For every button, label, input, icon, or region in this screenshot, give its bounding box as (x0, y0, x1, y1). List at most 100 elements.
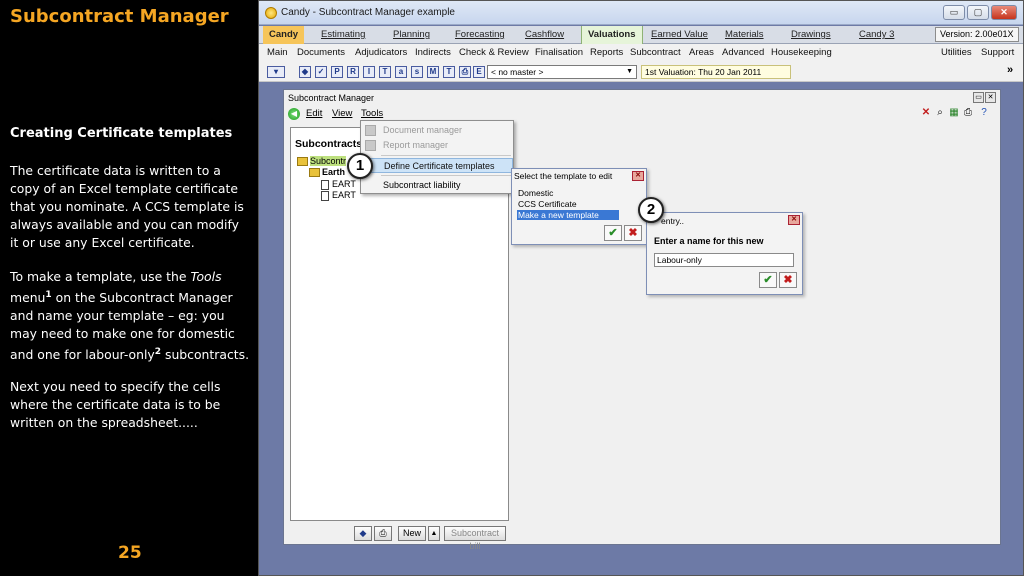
name-prompt-label: Enter a name for this new (654, 236, 764, 246)
diamond-icon[interactable]: ◆ (299, 66, 311, 78)
document-manager-label: Document manager (383, 125, 463, 135)
diamond-button-icon[interactable]: ◆ (354, 526, 372, 541)
submenu-finalisation[interactable]: Finalisation (535, 44, 583, 62)
tab-cashflow[interactable]: Cashflow (519, 26, 570, 44)
subcontract-icon[interactable]: s (411, 66, 423, 78)
new-button[interactable]: New (398, 526, 426, 541)
calendar-icon[interactable]: M (427, 66, 439, 78)
minimize-button[interactable]: ▭ (943, 5, 965, 20)
name-ok-button[interactable]: ✔ (759, 272, 777, 288)
menu-tools[interactable]: Tools (361, 108, 383, 119)
sm-close-icon[interactable]: ✕ (985, 92, 996, 103)
tab-forecasting[interactable]: Forecasting (449, 26, 511, 44)
title-bar[interactable]: Candy - Subcontract Manager example ▭ ▢ … (259, 1, 1023, 25)
submenu-check-review[interactable]: Check & Review (459, 44, 529, 62)
candy-app-icon (265, 7, 277, 19)
tab-candy[interactable]: Candy (263, 26, 305, 44)
p-icon[interactable]: P (331, 66, 343, 78)
e-icon[interactable]: E (473, 66, 485, 78)
more-chevron-icon[interactable]: » (1007, 64, 1013, 76)
chevron-down-icon[interactable]: ▼ (626, 66, 633, 78)
callout-2: 2 (638, 197, 664, 223)
tree-item-leaf-1[interactable]: EART (321, 179, 356, 190)
name-dialog-close-icon[interactable]: ✕ (788, 215, 800, 225)
submenu-documents[interactable]: Documents (297, 44, 345, 62)
sm-restore-icon[interactable]: ▭ (973, 92, 984, 103)
menu-view[interactable]: View (332, 108, 352, 119)
valuation-field[interactable]: 1st Valuation: Thu 20 Jan 2011 (641, 65, 791, 79)
print-icon[interactable]: ⎙ (962, 107, 974, 119)
template-option-make-new[interactable]: Make a new template (517, 210, 619, 220)
template-ok-button[interactable]: ✔ (604, 225, 622, 241)
submenu-adjudicators[interactable]: Adjudicators (355, 44, 407, 62)
r-icon[interactable]: R (347, 66, 359, 78)
binoculars-icon[interactable]: ⌕ (934, 107, 946, 119)
subcontract-bill-button[interactable]: Subcontract bill (444, 526, 506, 551)
excel-icon[interactable]: ▦ (948, 107, 960, 119)
template-dialog-title: Select the template to edit (514, 171, 613, 181)
document-icon (321, 190, 329, 201)
up-arrow-button[interactable]: ▲ (428, 526, 440, 541)
printer-icon[interactable]: ⎙ (459, 66, 471, 78)
tree-leaf-1-label: EART (332, 179, 356, 189)
template-name-input[interactable] (654, 253, 794, 267)
submenu-utilities[interactable]: Utilities (941, 44, 972, 62)
para2-tools-word: Tools (190, 269, 222, 284)
submenu-housekeeping[interactable]: Housekeeping (771, 44, 832, 62)
template-option-domestic[interactable]: Domestic (517, 188, 619, 198)
name-cancel-button[interactable]: ✖ (779, 272, 797, 288)
help-icon[interactable]: ? (978, 107, 990, 119)
menu-item-subcontract-liability[interactable]: Subcontract liability (361, 178, 513, 193)
tab-planning[interactable]: Planning (387, 26, 436, 44)
slide-heading: Creating Certificate templates (10, 126, 233, 141)
window-title: Candy - Subcontract Manager example (281, 7, 455, 18)
text-size-icon[interactable]: T (379, 66, 391, 78)
hammer-icon[interactable]: T (443, 66, 455, 78)
submenu-support[interactable]: Support (981, 44, 1014, 62)
master-select[interactable]: < no master > ▼ (487, 65, 637, 79)
maximize-button[interactable]: ▢ (967, 5, 989, 20)
sm-tool-icons: ✕ ⌕ ▦ ⎙ ? (920, 107, 996, 121)
template-option-ccs-certificate[interactable]: CCS Certificate (517, 199, 619, 209)
template-cancel-button[interactable]: ✖ (624, 225, 642, 241)
tree-root-label: Subcontr (310, 156, 347, 166)
template-dialog-close-icon[interactable]: ✕ (632, 171, 644, 181)
menu-item-define-certificate-templates[interactable]: Define Certificate templates (361, 158, 513, 173)
submenu-subcontract[interactable]: Subcontract (630, 44, 681, 62)
close-button[interactable]: ✕ (991, 5, 1017, 20)
name-entry-dialog: entry.. ✕ Enter a name for this new ✔ ✖ (646, 212, 803, 295)
tab-materials[interactable]: Materials (719, 26, 770, 44)
check-box-icon[interactable]: ✓ (315, 66, 327, 78)
document-manager-icon (365, 125, 376, 136)
submenu-advanced[interactable]: Advanced (722, 44, 764, 62)
back-icon[interactable]: ◀ (288, 108, 300, 120)
menu-item-report-manager[interactable]: Report manager (361, 138, 513, 153)
delete-icon[interactable]: ✕ (920, 107, 932, 119)
i-icon[interactable]: I (363, 66, 375, 78)
para2-text-2: menu (10, 290, 46, 306)
tab-candy-3[interactable]: Candy 3 (853, 26, 900, 44)
sm-window-buttons: ▭ ✕ (973, 92, 997, 103)
tab-earned-value[interactable]: Earned Value (645, 26, 714, 44)
menu-item-document-manager[interactable]: Document manager (361, 123, 513, 138)
tab-estimating[interactable]: Estimating (315, 26, 371, 44)
submenu-indirects[interactable]: Indirects (415, 44, 451, 62)
para2-text-1: To make a template, use the (10, 269, 191, 284)
print-button-icon[interactable]: ⎙ (374, 526, 392, 541)
tab-drawings[interactable]: Drawings (785, 26, 837, 44)
submenu-main[interactable]: Main (267, 44, 288, 62)
camera-dropdown-icon[interactable]: ▾ (267, 66, 285, 78)
tree-item-earthworks[interactable]: Earth (309, 167, 345, 178)
sub-menu: Main Documents Adjudicators Indirects Ch… (259, 44, 1023, 62)
tree-item-root[interactable]: Subcontr (297, 156, 347, 167)
tree-item-leaf-2[interactable]: EART (321, 190, 356, 201)
submenu-reports[interactable]: Reports (590, 44, 623, 62)
menu-edit[interactable]: Edit (306, 108, 322, 119)
submenu-areas[interactable]: Areas (689, 44, 714, 62)
adjust-icon[interactable]: a (395, 66, 407, 78)
slide-page-number: 25 (118, 543, 142, 563)
module-tabs: Candy Estimating Planning Forecasting Ca… (259, 26, 1023, 44)
tab-valuations[interactable]: Valuations (581, 26, 643, 44)
folder-icon (297, 157, 308, 167)
tools-dropdown-menu: Document manager Report manager Define C… (360, 120, 514, 194)
